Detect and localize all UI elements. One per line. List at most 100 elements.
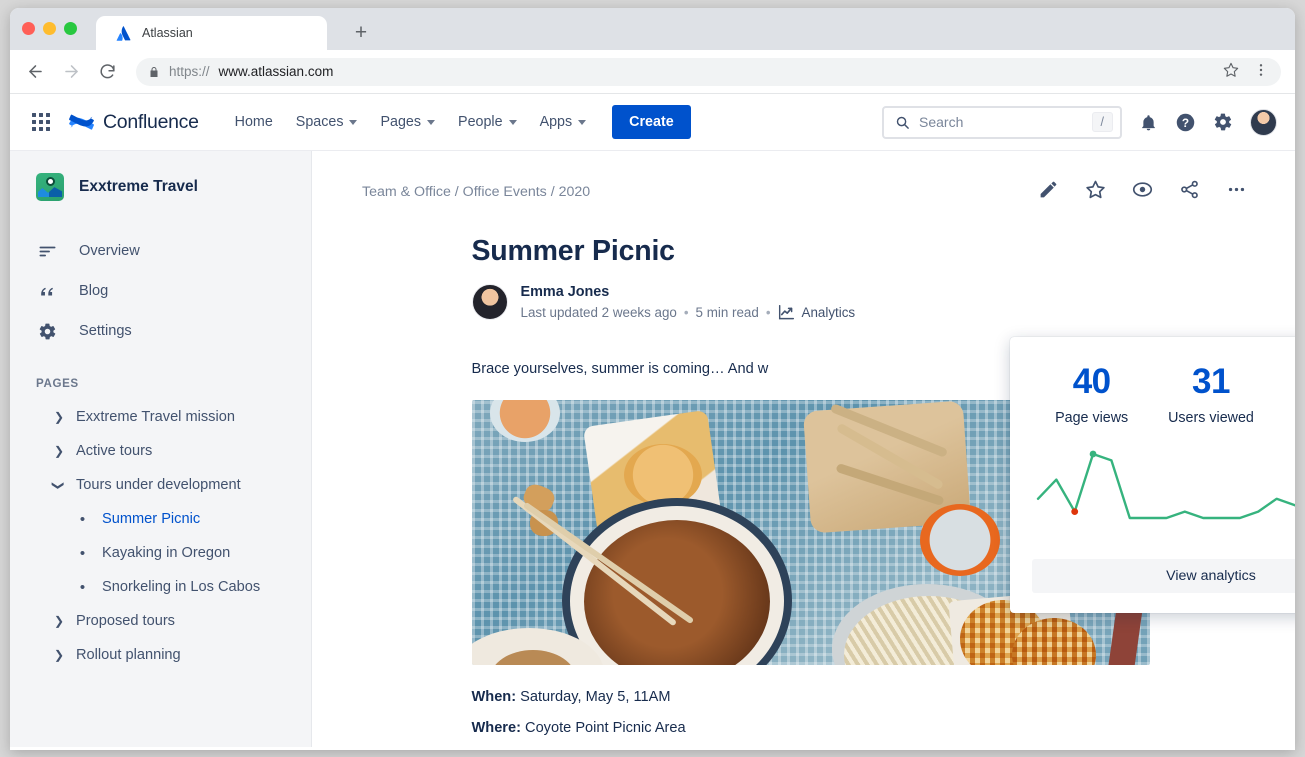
- sidebar-item-label: Overview: [79, 243, 140, 259]
- search-input[interactable]: Search /: [882, 105, 1122, 139]
- chevron-right-icon[interactable]: ❯: [54, 445, 64, 457]
- app-body: Exxtreme Travel Overview Blog Settings P…: [10, 151, 1295, 747]
- app-switcher-icon[interactable]: [32, 113, 50, 131]
- search-icon: [896, 116, 909, 129]
- forward-arrow-icon: [60, 61, 82, 83]
- page-actions: [1038, 179, 1251, 205]
- tree-item-tours-under-development[interactable]: ❯ Tours under development: [10, 468, 311, 502]
- browser-menu-icon[interactable]: [1253, 62, 1269, 81]
- space-sidebar: Exxtreme Travel Overview Blog Settings P…: [10, 151, 312, 747]
- tree-item-label: Exxtreme Travel mission: [76, 409, 235, 425]
- more-actions-icon[interactable]: [1226, 179, 1247, 205]
- page-content: Team & Office / Office Events / 2020 Sum…: [312, 151, 1295, 747]
- star-icon[interactable]: [1085, 179, 1106, 205]
- last-updated: Last updated 2 weeks ago: [520, 304, 677, 320]
- author-avatar[interactable]: [471, 284, 508, 321]
- tree-item-rollout-planning[interactable]: ❯ Rollout planning: [10, 638, 311, 672]
- author-name[interactable]: Emma Jones: [521, 282, 856, 303]
- new-tab-button[interactable]: +: [348, 22, 374, 48]
- browser-tab[interactable]: Atlassian: [96, 16, 327, 50]
- nav-label: Pages: [380, 114, 422, 130]
- sidebar-item-overview[interactable]: Overview: [10, 231, 311, 271]
- nav-item-pages[interactable]: Pages: [370, 107, 445, 137]
- analytics-link-label: Analytics: [801, 304, 856, 320]
- atlassian-favicon-icon: [116, 25, 131, 41]
- event-details: When: Saturday, May 5, 11AM Where: Coyot…: [472, 689, 1152, 747]
- space-avatar-icon: [36, 173, 64, 201]
- quote-marks-icon: [36, 282, 58, 301]
- tree-item-label: Kayaking in Oregon: [102, 545, 231, 561]
- user-avatar[interactable]: [1250, 108, 1277, 136]
- bookmark-star-icon[interactable]: [1223, 62, 1239, 81]
- tree-item-summer-picnic[interactable]: • Summer Picnic: [10, 502, 311, 536]
- analytics-stats: 40 Page views 31 Users viewed 3 Comments: [1032, 363, 1295, 426]
- svg-text:?: ?: [1182, 115, 1189, 129]
- tab-title: Atlassian: [142, 26, 193, 40]
- detail-value: Saturday, May 5, 11AM: [520, 688, 671, 705]
- nav-item-spaces[interactable]: Spaces: [286, 107, 368, 137]
- bullet-icon: •: [79, 578, 86, 596]
- back-arrow-icon[interactable]: [24, 61, 46, 83]
- nav-item-home[interactable]: Home: [225, 107, 283, 137]
- topnav-right-cluster: Search / ?: [882, 105, 1277, 139]
- overview-lines-icon: [36, 242, 58, 261]
- url-scheme: https://: [169, 64, 210, 79]
- nav-item-people[interactable]: People: [448, 107, 527, 137]
- stat-comments: 3 Comments: [1271, 363, 1295, 426]
- gear-icon: [36, 322, 58, 341]
- tree-item-active-tours[interactable]: ❯ Active tours: [10, 434, 311, 468]
- pages-section-label: PAGES: [36, 377, 79, 390]
- tree-item-snorkeling-in-los-cabos[interactable]: • Snorkeling in Los Cabos: [10, 570, 311, 604]
- settings-gear-icon[interactable]: [1213, 112, 1233, 132]
- tree-item-label: Snorkeling in Los Cabos: [102, 579, 261, 595]
- sidebar-item-label: Blog: [79, 283, 109, 299]
- page-meta: Last updated 2 weeks ago • 5 min read •: [521, 303, 856, 322]
- maximize-window-button[interactable]: [64, 22, 77, 35]
- bullet-icon: •: [79, 510, 86, 528]
- lock-icon: [150, 66, 158, 77]
- stat-value: 3: [1271, 363, 1295, 401]
- sparkline-svg: [1036, 450, 1295, 519]
- sidebar-item-settings[interactable]: Settings: [10, 311, 311, 351]
- chevron-down-icon: [508, 119, 517, 125]
- search-placeholder: Search: [919, 114, 964, 130]
- tree-item-kayaking-in-oregon[interactable]: • Kayaking in Oregon: [10, 536, 311, 570]
- page-title: Summer Picnic: [471, 235, 676, 267]
- space-header[interactable]: Exxtreme Travel: [10, 173, 311, 201]
- tree-item-proposed-tours[interactable]: ❯ Proposed tours: [10, 604, 311, 638]
- chevron-down-icon[interactable]: ❯: [52, 481, 66, 491]
- space-name: Exxtreme Travel: [79, 178, 198, 195]
- breadcrumb[interactable]: Team & Office / Office Events / 2020: [362, 179, 590, 200]
- meta-separator: •: [765, 304, 771, 320]
- edit-pencil-icon[interactable]: [1038, 179, 1059, 205]
- window-traffic-lights: [22, 22, 77, 35]
- address-bar[interactable]: https:// www.atlassian.com: [136, 57, 1281, 86]
- nav-label: People: [458, 114, 503, 130]
- minimize-window-button[interactable]: [43, 22, 56, 35]
- confluence-bowtie-icon: [69, 114, 94, 130]
- analytics-link[interactable]: Analytics: [778, 303, 856, 322]
- confluence-logo[interactable]: Confluence: [69, 110, 199, 135]
- help-icon[interactable]: ?: [1175, 112, 1196, 133]
- confluence-top-nav: Confluence Home Spaces Pages People Apps: [10, 94, 1295, 151]
- tree-item-label: Rollout planning: [76, 647, 181, 663]
- analytics-popup: 40 Page views 31 Users viewed 3 Comments…: [1010, 337, 1295, 613]
- chevron-right-icon[interactable]: ❯: [54, 649, 64, 661]
- view-analytics-button[interactable]: View analytics: [1032, 559, 1295, 593]
- close-window-button[interactable]: [22, 22, 35, 35]
- chevron-right-icon[interactable]: ❯: [54, 615, 64, 627]
- detail-when: When: Saturday, May 5, 11AM: [472, 689, 1152, 705]
- share-icon[interactable]: [1179, 179, 1200, 205]
- create-button[interactable]: Create: [612, 105, 691, 139]
- reload-icon[interactable]: [96, 61, 118, 83]
- tree-item-exxtreme-travel-mission[interactable]: ❯ Exxtreme Travel mission: [10, 400, 311, 434]
- nav-item-apps[interactable]: Apps: [530, 107, 597, 137]
- bell-icon[interactable]: [1139, 113, 1158, 132]
- watch-eye-icon[interactable]: [1132, 179, 1153, 205]
- detail-where: Where: Coyote Point Picnic Area: [472, 720, 1152, 736]
- sidebar-item-blog[interactable]: Blog: [10, 271, 311, 311]
- chevron-right-icon[interactable]: ❯: [54, 411, 64, 423]
- bullet-icon: •: [79, 544, 86, 562]
- stat-label: Page views: [1055, 409, 1129, 426]
- url-host: www.atlassian.com: [218, 64, 334, 79]
